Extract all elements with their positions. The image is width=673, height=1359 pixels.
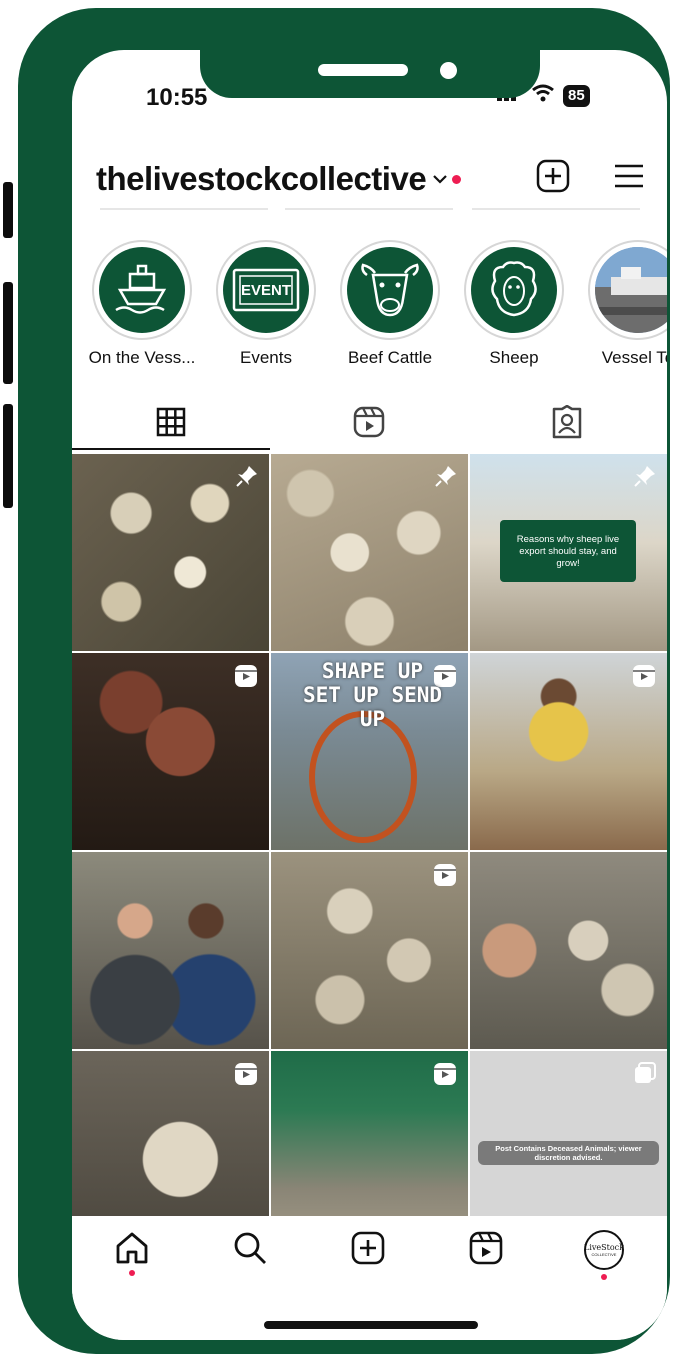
chevron-down-icon[interactable]	[432, 173, 448, 185]
carousel-icon	[633, 1061, 657, 1090]
story-highlights: On the Vess... EVENT Events Beef Cattle	[80, 240, 667, 380]
highlight-label: On the Vess...	[88, 348, 196, 367]
search-icon	[234, 1232, 266, 1264]
event-sign-text: EVENT	[240, 281, 291, 299]
nav-profile[interactable]: LiveStock COLLECTIVE	[574, 1230, 634, 1290]
pinned-icon	[633, 464, 657, 493]
profile-avatar: LiveStock COLLECTIVE	[584, 1230, 624, 1270]
reels-icon	[631, 663, 657, 694]
phone-frame: 10:55 85 thelivestockcollective On the V…	[18, 8, 670, 1354]
avatar-subtext: COLLECTIVE	[591, 1252, 617, 1257]
ship-icon	[115, 264, 167, 314]
post-tile[interactable]	[470, 653, 667, 850]
phone-notch	[200, 14, 540, 98]
pinned-icon	[434, 464, 458, 493]
post-tile[interactable]	[72, 852, 269, 1049]
create-post-icon[interactable]	[535, 158, 571, 199]
reels-icon	[233, 1061, 259, 1092]
nav-home[interactable]	[102, 1230, 162, 1290]
post-overlay-text: SHAPE UP SET UP SEND UP	[302, 659, 443, 731]
tab-posts-grid[interactable]	[72, 394, 270, 450]
post-tile[interactable]	[72, 653, 269, 850]
home-indicator[interactable]	[264, 1321, 478, 1329]
home-notification-dot	[129, 1270, 135, 1276]
sensitive-content-banner: Post Contains Deceased Animals; viewer d…	[478, 1141, 659, 1165]
active-tab-underline	[72, 448, 270, 450]
reels-icon	[233, 663, 259, 694]
tagged-icon	[552, 405, 582, 439]
highlight-on-the-vessel[interactable]: On the Vess...	[80, 240, 204, 368]
post-tile[interactable]	[72, 454, 269, 651]
highlight-events[interactable]: EVENT Events	[204, 240, 328, 368]
post-tile[interactable]	[470, 852, 667, 1049]
vessel-photo	[595, 247, 667, 333]
home-icon	[116, 1232, 148, 1264]
nav-search[interactable]	[220, 1230, 280, 1290]
front-camera	[440, 62, 457, 79]
header-divider	[100, 208, 640, 210]
volume-up-button	[3, 282, 13, 384]
reels-icon	[353, 406, 385, 438]
highlight-sheep[interactable]: Sheep	[452, 240, 576, 368]
pinned-icon	[235, 464, 259, 493]
highlight-label: Vessel To	[601, 348, 667, 367]
bottom-navigation: LiveStock COLLECTIVE	[72, 1216, 667, 1340]
profile-tabs	[72, 394, 667, 452]
grid-icon	[156, 407, 186, 437]
post-tile[interactable]: Reasons why sheep live export should sta…	[470, 454, 667, 651]
highlight-label: Sheep	[489, 348, 539, 367]
post-tile[interactable]	[271, 454, 468, 651]
highlight-label: Beef Cattle	[347, 348, 433, 367]
create-post-icon	[351, 1231, 385, 1265]
reels-icon	[432, 862, 458, 893]
sensitive-warning: Post Contains Deceased Animals; viewer d…	[495, 1144, 642, 1162]
battery-indicator: 85	[563, 84, 590, 107]
post-tile[interactable]	[271, 852, 468, 1049]
profile-notification-dot	[601, 1274, 607, 1280]
post-caption: Reasons why sheep live export should sta…	[516, 534, 620, 569]
menu-icon[interactable]	[613, 162, 645, 195]
tab-tagged[interactable]	[468, 394, 666, 450]
profile-username[interactable]: thelivestockcollective	[96, 160, 427, 198]
status-time: 10:55	[146, 84, 208, 111]
phone-screen: 10:55 85 thelivestockcollective On the V…	[72, 50, 667, 1340]
posts-grid: Reasons why sheep live export should sta…	[72, 454, 667, 1248]
reels-icon	[469, 1231, 503, 1265]
volume-down-button	[3, 404, 13, 508]
post-caption-box: Reasons why sheep live export should sta…	[500, 520, 636, 582]
cow-icon	[361, 263, 419, 317]
notification-dot	[452, 174, 462, 184]
sheep-icon	[491, 261, 537, 317]
highlight-beef-cattle[interactable]: Beef Cattle	[328, 240, 452, 368]
nav-reels[interactable]	[456, 1230, 516, 1290]
nav-create[interactable]	[338, 1230, 398, 1290]
avatar-text: LiveStock	[584, 1243, 624, 1252]
post-tile[interactable]: SHAPE UP SET UP SEND UP	[271, 653, 468, 850]
profile-header: thelivestockcollective	[96, 154, 647, 204]
speaker-grille	[318, 64, 408, 76]
highlight-label: Events	[240, 348, 292, 367]
wifi-icon	[531, 84, 555, 107]
reels-icon	[432, 1061, 458, 1092]
highlight-vessel-tour[interactable]: Vessel To	[576, 240, 667, 368]
tab-reels[interactable]	[270, 394, 468, 450]
silent-switch	[3, 182, 13, 238]
